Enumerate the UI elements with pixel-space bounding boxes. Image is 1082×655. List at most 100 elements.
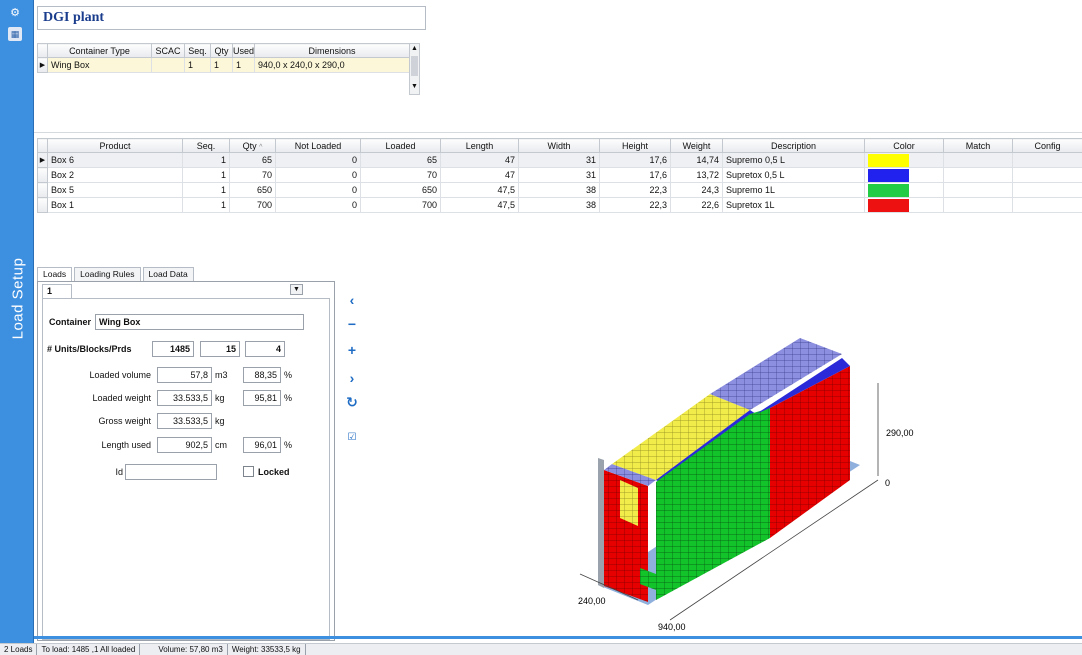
table-cell[interactable]: 70	[229, 167, 276, 183]
col-description[interactable]: Description	[722, 138, 865, 153]
table-cell[interactable]: 47,5	[440, 182, 519, 198]
scroll-thumb[interactable]	[411, 56, 418, 76]
row-selector-icon[interactable]	[37, 197, 48, 213]
color-cell[interactable]	[864, 182, 944, 198]
table-row[interactable]: Box 1 1 700 0 700 47,5 38 22,3 22,6 Supretox 1L	[37, 197, 1082, 213]
col-length[interactable]: Length	[440, 138, 519, 153]
table-cell[interactable]: Box 6	[47, 152, 183, 168]
config-cell[interactable]	[1012, 152, 1082, 168]
table-cell[interactable]: 70	[360, 167, 441, 183]
blocks-field[interactable]: 15	[200, 341, 240, 357]
match-cell[interactable]	[943, 197, 1013, 213]
scroll-down-icon[interactable]: ▼	[410, 82, 419, 92]
container-3d-view[interactable]: 290,00 0 240,00 940,00	[560, 300, 940, 635]
table-row[interactable]: ▶ Wing Box 1 1 1 940,0 x 240,0 x 290,0	[37, 57, 410, 73]
table-cell[interactable]: 31	[518, 152, 600, 168]
row-selector-icon[interactable]	[37, 167, 48, 183]
tab-loading-rules[interactable]: Loading Rules	[74, 267, 141, 281]
color-cell[interactable]	[864, 152, 944, 168]
container-scrollbar[interactable]: ▲ ▼	[409, 43, 420, 95]
table-cell[interactable]: Box 5	[47, 182, 183, 198]
table-cell[interactable]: 0	[275, 182, 361, 198]
table-cell[interactable]: 38	[518, 197, 600, 213]
chevron-left-icon[interactable]: ‹	[345, 292, 359, 308]
units-field[interactable]: 1485	[152, 341, 194, 357]
table-cell[interactable]: 650	[360, 182, 441, 198]
gross-weight-field[interactable]: 33.533,5	[157, 413, 212, 429]
cell-container-type[interactable]: Wing Box	[47, 57, 152, 73]
col-qty[interactable]: Qty ^	[229, 138, 276, 153]
chevron-right-icon[interactable]: ›	[345, 370, 359, 386]
col-config[interactable]: Config	[1012, 138, 1082, 153]
loaded-weight-field[interactable]: 33.533,5	[157, 390, 212, 406]
table-cell[interactable]: 13,72	[670, 167, 723, 183]
scroll-up-icon[interactable]: ▲	[410, 44, 419, 54]
col-container-type[interactable]: Container Type	[47, 43, 152, 58]
table-cell[interactable]: Supretox 1L	[722, 197, 865, 213]
row-selector-icon[interactable]: ▶	[37, 57, 48, 73]
col-weight[interactable]: Weight	[670, 138, 723, 153]
loaded-volume-field[interactable]: 57,8	[157, 367, 212, 383]
table-cell[interactable]: 47,5	[440, 197, 519, 213]
col-scac[interactable]: SCAC	[151, 43, 185, 58]
table-cell[interactable]: 65	[360, 152, 441, 168]
cell-used[interactable]: 1	[232, 57, 255, 73]
row-selector-icon[interactable]: ▶	[37, 152, 48, 168]
table-cell[interactable]: Supremo 1L	[722, 182, 865, 198]
col-qty[interactable]: Qty	[210, 43, 233, 58]
table-cell[interactable]: 0	[275, 167, 361, 183]
config-cell[interactable]	[1012, 197, 1082, 213]
col-seq[interactable]: Seq.	[184, 43, 211, 58]
col-used[interactable]: Used	[232, 43, 255, 58]
col-product[interactable]: Product	[47, 138, 183, 153]
col-color[interactable]: Color	[864, 138, 944, 153]
table-row[interactable]: Box 5 1 650 0 650 47,5 38 22,3 24,3 Supremo 1L	[37, 182, 1082, 198]
tab-load-data[interactable]: Load Data	[142, 267, 194, 281]
col-seq[interactable]: Seq.	[182, 138, 230, 153]
table-cell[interactable]: 24,3	[670, 182, 723, 198]
cell-scac[interactable]	[151, 57, 185, 73]
id-field[interactable]	[125, 464, 217, 480]
table-cell[interactable]: Box 1	[47, 197, 183, 213]
prds-field[interactable]: 4	[245, 341, 285, 357]
cell-seq[interactable]: 1	[184, 57, 211, 73]
table-cell[interactable]: 1	[182, 152, 230, 168]
table-row[interactable]: ▶ Box 6 1 65 0 65 47 31 17,6 14,74 Supremo 0,5 L	[37, 152, 1082, 168]
cell-qty[interactable]: 1	[210, 57, 233, 73]
length-used-pct-field[interactable]: 96,01	[243, 437, 281, 453]
config-cell[interactable]	[1012, 182, 1082, 198]
subtab-load-1[interactable]: 1	[42, 284, 72, 298]
row-selector-icon[interactable]	[37, 182, 48, 198]
tab-loads[interactable]: Loads	[37, 267, 73, 281]
col-match[interactable]: Match	[943, 138, 1013, 153]
table-cell[interactable]: 700	[360, 197, 441, 213]
col-dimensions[interactable]: Dimensions	[254, 43, 410, 58]
table-row[interactable]: Box 2 1 70 0 70 47 31 17,6 13,72 Supretox 0,5 L	[37, 167, 1082, 183]
match-cell[interactable]	[943, 182, 1013, 198]
load-dropdown-icon[interactable]: ▼	[290, 284, 303, 295]
table-cell[interactable]: 1	[182, 197, 230, 213]
zoom-out-icon[interactable]: −	[345, 316, 359, 332]
col-loaded[interactable]: Loaded	[360, 138, 441, 153]
table-cell[interactable]: 17,6	[599, 167, 671, 183]
table-cell[interactable]: 14,74	[670, 152, 723, 168]
match-cell[interactable]	[943, 167, 1013, 183]
tools-icon[interactable]: ⚙	[8, 6, 22, 20]
locked-checkbox[interactable]	[243, 466, 254, 477]
table-cell[interactable]: 22,6	[670, 197, 723, 213]
match-cell[interactable]	[943, 152, 1013, 168]
color-cell[interactable]	[864, 167, 944, 183]
zoom-in-icon[interactable]: +	[345, 342, 359, 358]
table-cell[interactable]: Supremo 0,5 L	[722, 152, 865, 168]
table-cell[interactable]: 38	[518, 182, 600, 198]
table-cell[interactable]: 1	[182, 182, 230, 198]
container-field[interactable]: Wing Box	[95, 314, 304, 330]
table-cell[interactable]: 17,6	[599, 152, 671, 168]
table-cell[interactable]: Box 2	[47, 167, 183, 183]
table-cell[interactable]: Supretox 0,5 L	[722, 167, 865, 183]
length-used-field[interactable]: 902,5	[157, 437, 212, 453]
color-cell[interactable]	[864, 197, 944, 213]
table-cell[interactable]: 0	[275, 197, 361, 213]
table-cell[interactable]: 31	[518, 167, 600, 183]
grid-icon[interactable]: ▦	[8, 27, 22, 41]
